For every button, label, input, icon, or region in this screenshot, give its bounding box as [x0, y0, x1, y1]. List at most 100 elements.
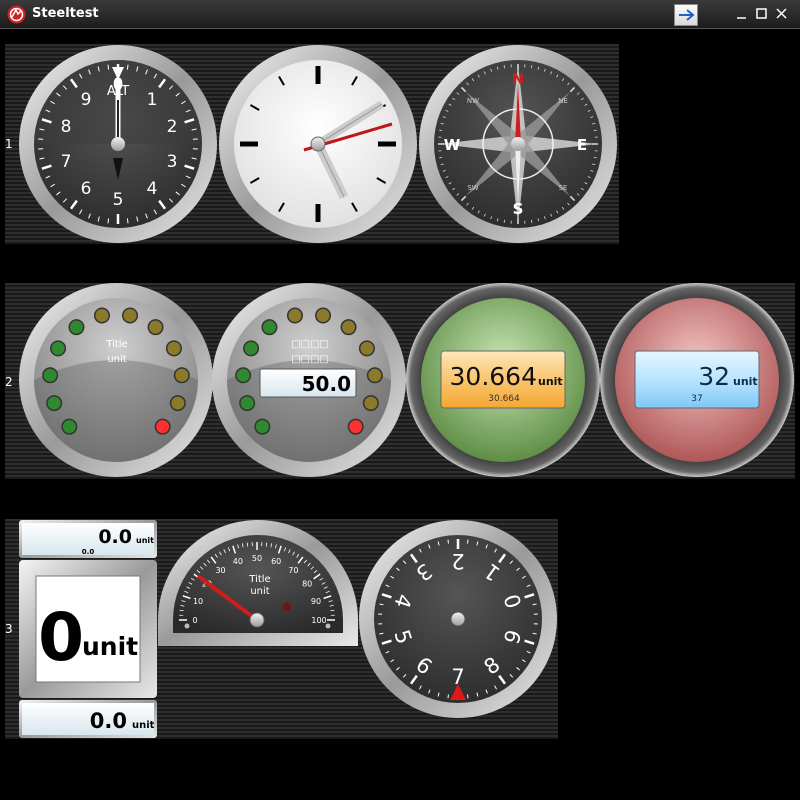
led-gauge-2-value: 50.0 — [302, 372, 351, 396]
altimeter-gauge: ALT 0 1 2 3 4 5 6 7 8 9 — [19, 45, 217, 243]
led-gauge-2-placeholder-2: □□□□ — [291, 354, 329, 365]
lcd-gauge-red: 32 unit 37 — [600, 283, 794, 477]
lcd-bottom: 0.0 unit — [19, 700, 157, 738]
led-light — [349, 420, 363, 434]
lcd-green-unit: unit — [538, 375, 563, 388]
compass-sw: SW — [467, 184, 478, 192]
led-light — [360, 341, 374, 355]
led-light — [43, 368, 57, 382]
tick — [530, 65, 533, 69]
radial-half-title: Title — [248, 574, 270, 585]
radial-half-tick-label: 50 — [252, 554, 262, 563]
led-light — [240, 396, 254, 410]
tick — [107, 64, 110, 70]
led-light — [167, 341, 181, 355]
tick — [126, 64, 129, 70]
compass-west: W — [444, 136, 461, 154]
tick — [246, 542, 249, 547]
radial-half-tick-label: 80 — [302, 580, 312, 589]
alt-number-2: 2 — [167, 117, 178, 137]
led-light — [171, 396, 185, 410]
lcd-gauge-green: 30.664 unit 30.664 — [406, 283, 600, 477]
led-gauge-1-title: Title — [105, 339, 127, 350]
tick — [530, 219, 533, 223]
alt-number-3: 3 — [167, 152, 178, 172]
led-gauge-1-unit: unit — [107, 354, 126, 365]
lcd-top-value: 0.0 — [98, 526, 132, 548]
led-light — [364, 396, 378, 410]
alt-number-1: 1 — [147, 90, 158, 110]
alt-number-4: 4 — [147, 179, 158, 199]
compass-nw: NW — [467, 97, 479, 105]
tick — [447, 694, 449, 699]
tick — [447, 539, 449, 544]
tick — [593, 129, 597, 132]
led-light — [47, 396, 61, 410]
tick — [107, 218, 110, 224]
big-display-unit: unit — [82, 632, 138, 661]
radial-half-tick-label: 0 — [192, 616, 197, 625]
led-light — [262, 320, 276, 334]
led-light — [288, 309, 302, 323]
alt-number-9: 9 — [81, 90, 92, 110]
lcd-top: 0.0 unit 0.0 — [19, 520, 157, 558]
led-gauge-2: □□□□ □□□□ 50.0 — [212, 283, 406, 477]
tick — [265, 542, 268, 547]
led-light — [244, 341, 258, 355]
tick — [503, 219, 506, 223]
lcd-top-unit: unit — [136, 536, 154, 545]
radial-half-gauge: 0102030405060708090100 Title unit — [158, 520, 358, 646]
radial-half-tick-label: 90 — [311, 597, 321, 606]
led-light — [316, 309, 330, 323]
compass-east: E — [577, 136, 587, 154]
radial-half-tick-label: 70 — [288, 566, 298, 575]
led-light — [255, 420, 269, 434]
lcd-bottom-unit: unit — [132, 720, 155, 731]
tick — [467, 694, 469, 699]
led-gauge-2-placeholder-1: □□□□ — [291, 339, 329, 350]
tick — [330, 609, 335, 612]
compass-gauge: N E S W NE SE SW NW — [419, 45, 617, 243]
radial-half-tick-label: 10 — [193, 597, 203, 606]
tick — [467, 539, 469, 544]
led-light — [156, 420, 170, 434]
big-display-value: 0 — [38, 599, 84, 676]
tick — [593, 156, 597, 159]
tick — [179, 609, 184, 612]
alt-number-6: 6 — [81, 179, 92, 199]
big-display: 0 unit — [19, 560, 157, 698]
led-light — [51, 341, 65, 355]
compass-se: SE — [559, 184, 568, 192]
lcd-red-sub: 37 — [691, 394, 702, 404]
led-light — [69, 320, 83, 334]
radial-half-led-icon — [283, 603, 291, 611]
radial-half-tick-label: 30 — [215, 566, 225, 575]
tick — [439, 129, 443, 132]
lcd-top-sub: 0.0 — [82, 548, 95, 556]
led-light — [95, 309, 109, 323]
led-light — [123, 309, 137, 323]
radial-half-tick-label: 60 — [271, 557, 281, 566]
led-light — [175, 368, 189, 382]
led-light — [149, 320, 163, 334]
alt-number-8: 8 — [61, 117, 72, 137]
led-light — [368, 368, 382, 382]
lcd-red-unit: unit — [733, 375, 758, 388]
lcd-green-value: 30.664 — [450, 362, 537, 391]
led-light — [342, 320, 356, 334]
lcd-red-value: 32 — [698, 362, 730, 391]
led-light — [236, 368, 250, 382]
odometer-number: 2 — [451, 549, 464, 573]
led-gauge-1: Title unit — [19, 283, 213, 477]
clock-gauge — [219, 45, 417, 243]
led-light — [62, 420, 76, 434]
tick — [126, 218, 129, 224]
radial-half-unit: unit — [250, 586, 269, 597]
lcd-green-sub: 30.664 — [488, 394, 520, 404]
tick — [439, 156, 443, 159]
radial-half-tick-label: 100 — [311, 616, 326, 625]
lcd-bottom-value: 0.0 — [90, 709, 127, 733]
odometer-gauge: 76543 2 1098 — [359, 520, 557, 718]
gauges-canvas: ALT 0 1 2 3 4 5 6 7 8 9 — [19, 45, 794, 738]
radial-half-tick-label: 40 — [233, 557, 243, 566]
